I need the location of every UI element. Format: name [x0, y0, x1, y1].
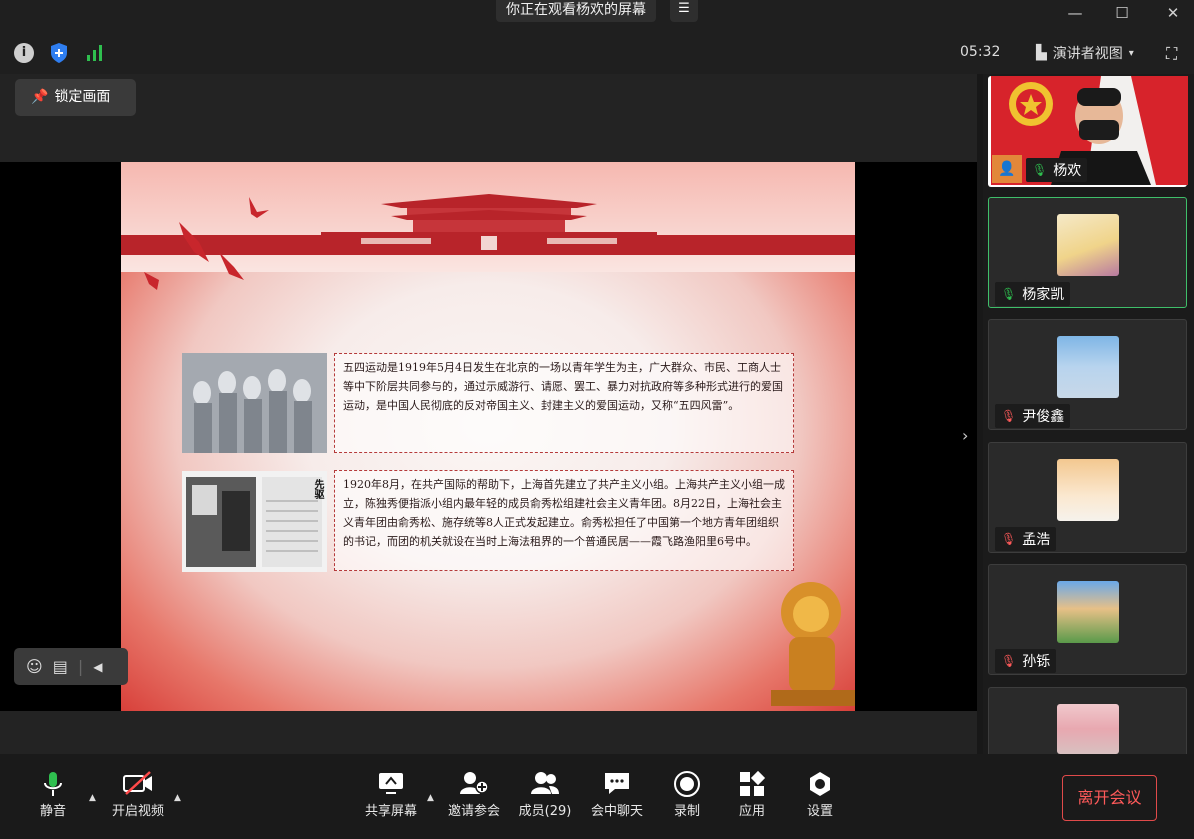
record-button[interactable]: 录制: [652, 770, 722, 819]
layout-icon: ▙: [1036, 45, 1047, 61]
mute-options-caret[interactable]: ▲: [89, 793, 96, 803]
doves-graphic: [144, 197, 269, 290]
start-video-label: 开启视频: [111, 804, 164, 819]
participant-name: 孙铄: [1022, 654, 1051, 670]
record-label: 录制: [673, 804, 700, 819]
close-button[interactable]: ✕: [1148, 0, 1194, 26]
reaction-panel: ☺ ▤ | ◀: [14, 648, 128, 685]
invite-label: 邀请参会: [447, 804, 500, 819]
members-button[interactable]: 成员(29): [510, 770, 580, 819]
share-options-caret[interactable]: ▲: [427, 793, 434, 803]
participant-nametag: 🎙 孙铄: [995, 649, 1057, 673]
participant-tile[interactable]: 🎙 尹俊鑫: [988, 319, 1187, 430]
pin-icon: 📌: [31, 89, 49, 105]
viewing-indicator: 你正在观看杨欢的屏幕: [496, 0, 656, 22]
share-screen-icon: [356, 770, 426, 800]
shield-icon[interactable]: [50, 42, 68, 64]
mic-muted-icon: 🎙: [1001, 532, 1017, 546]
avatar: [1057, 214, 1119, 276]
meeting-timer: 05:32: [960, 44, 1001, 60]
chat-bubble-icon[interactable]: ▤: [53, 657, 68, 676]
avatar: [1057, 581, 1119, 643]
host-badge-icon: 👤: [992, 155, 1022, 183]
newspaper-photo: 先驱: [182, 471, 327, 572]
video-options-caret[interactable]: ▲: [174, 793, 181, 803]
mute-button[interactable]: 静音: [18, 770, 88, 819]
record-icon: [652, 770, 722, 800]
lion-statue-graphic: [771, 582, 855, 706]
signal-icon[interactable]: [86, 44, 104, 62]
participant-name: 孟浩: [1022, 532, 1051, 548]
mute-label: 静音: [39, 804, 66, 819]
maximize-button[interactable]: ☐: [1097, 0, 1147, 26]
share-screen-label: 共享屏幕: [364, 804, 417, 819]
newspaper-title: 先驱: [312, 479, 323, 499]
members-label: 成员(29): [518, 804, 572, 819]
participant-nametag: 🎙 杨欢: [1026, 158, 1088, 182]
participant-nametag: 🎙 杨家凯: [995, 282, 1071, 306]
video-off-icon: [103, 770, 173, 800]
apps-icon: [717, 770, 787, 800]
chat-label: 会中聊天: [590, 804, 643, 819]
participant-nametag: 🎙 尹俊鑫: [995, 404, 1071, 428]
avatar: [1057, 459, 1119, 521]
participant-name: 杨欢: [1053, 163, 1082, 179]
collapse-left-icon[interactable]: ◀: [93, 660, 102, 674]
leave-meeting-button[interactable]: 离开会议: [1062, 775, 1157, 821]
add-user-icon: [439, 770, 509, 800]
tiananmen-gate-graphic: [321, 194, 657, 254]
members-icon: [510, 770, 580, 800]
participant-name: 尹俊鑫: [1022, 409, 1065, 425]
view-mode-label: 演讲者视图: [1052, 46, 1123, 62]
participant-tile-host[interactable]: 👤 🎙 杨欢: [988, 76, 1188, 187]
mic-muted-icon: 🎙: [1001, 409, 1017, 423]
settings-button[interactable]: 设置: [785, 770, 855, 819]
participant-name: 杨家凯: [1022, 287, 1065, 303]
menu-icon[interactable]: ☰: [670, 0, 698, 22]
may-fourth-relief-photo: [182, 353, 327, 453]
youth-league-text: 1920年8月，在共产国际的帮助下，上海首先建立了共产主义小组。上海共产主义小组…: [334, 470, 794, 571]
chat-button[interactable]: 会中聊天: [582, 770, 652, 819]
mic-on-icon: 🎙: [1032, 163, 1048, 177]
lock-view-label: 锁定画面: [54, 89, 111, 105]
view-mode-dropdown[interactable]: ▙ 演讲者视图 ▾: [1036, 43, 1134, 63]
may-fourth-text: 五四运动是1919年5月4日发生在北京的一场以青年学生为主，广大群众、市民、工商…: [334, 353, 794, 453]
meeting-status-bar: [0, 32, 1194, 74]
settings-label: 设置: [806, 804, 833, 819]
participant-nametag: 🎙 孟浩: [995, 527, 1057, 551]
fullscreen-icon[interactable]: ⛶: [1166, 44, 1177, 64]
chat-icon: [582, 770, 652, 800]
emoji-icon[interactable]: ☺: [26, 657, 43, 676]
chevron-down-icon: ▾: [1128, 47, 1134, 59]
invite-button[interactable]: 邀请参会: [439, 770, 509, 819]
microphone-icon: [18, 770, 88, 800]
participant-tile[interactable]: 🎙 孙铄: [988, 564, 1187, 675]
share-screen-button[interactable]: 共享屏幕: [356, 770, 426, 819]
chevron-right-icon[interactable]: ›: [962, 426, 968, 445]
lock-view-button[interactable]: 📌 锁定画面: [15, 79, 136, 116]
mic-muted-icon: 🎙: [1001, 654, 1017, 668]
gear-icon: [785, 770, 855, 800]
start-video-button[interactable]: 开启视频: [103, 770, 173, 819]
avatar: [1057, 704, 1119, 754]
mic-on-icon: 🎙: [1001, 287, 1017, 301]
apps-label: 应用: [738, 804, 765, 819]
participant-tile[interactable]: 🎙 杨家凯: [988, 197, 1187, 308]
avatar: [1057, 336, 1119, 398]
info-icon[interactable]: i: [14, 43, 34, 63]
shared-slide: 五四运动是1919年5月4日发生在北京的一场以青年学生为主，广大群众、市民、工商…: [121, 162, 855, 711]
minimize-button[interactable]: —: [1050, 0, 1100, 26]
participant-tile[interactable]: [988, 687, 1187, 754]
apps-button[interactable]: 应用: [717, 770, 787, 819]
participant-tile[interactable]: 🎙 孟浩: [988, 442, 1187, 553]
